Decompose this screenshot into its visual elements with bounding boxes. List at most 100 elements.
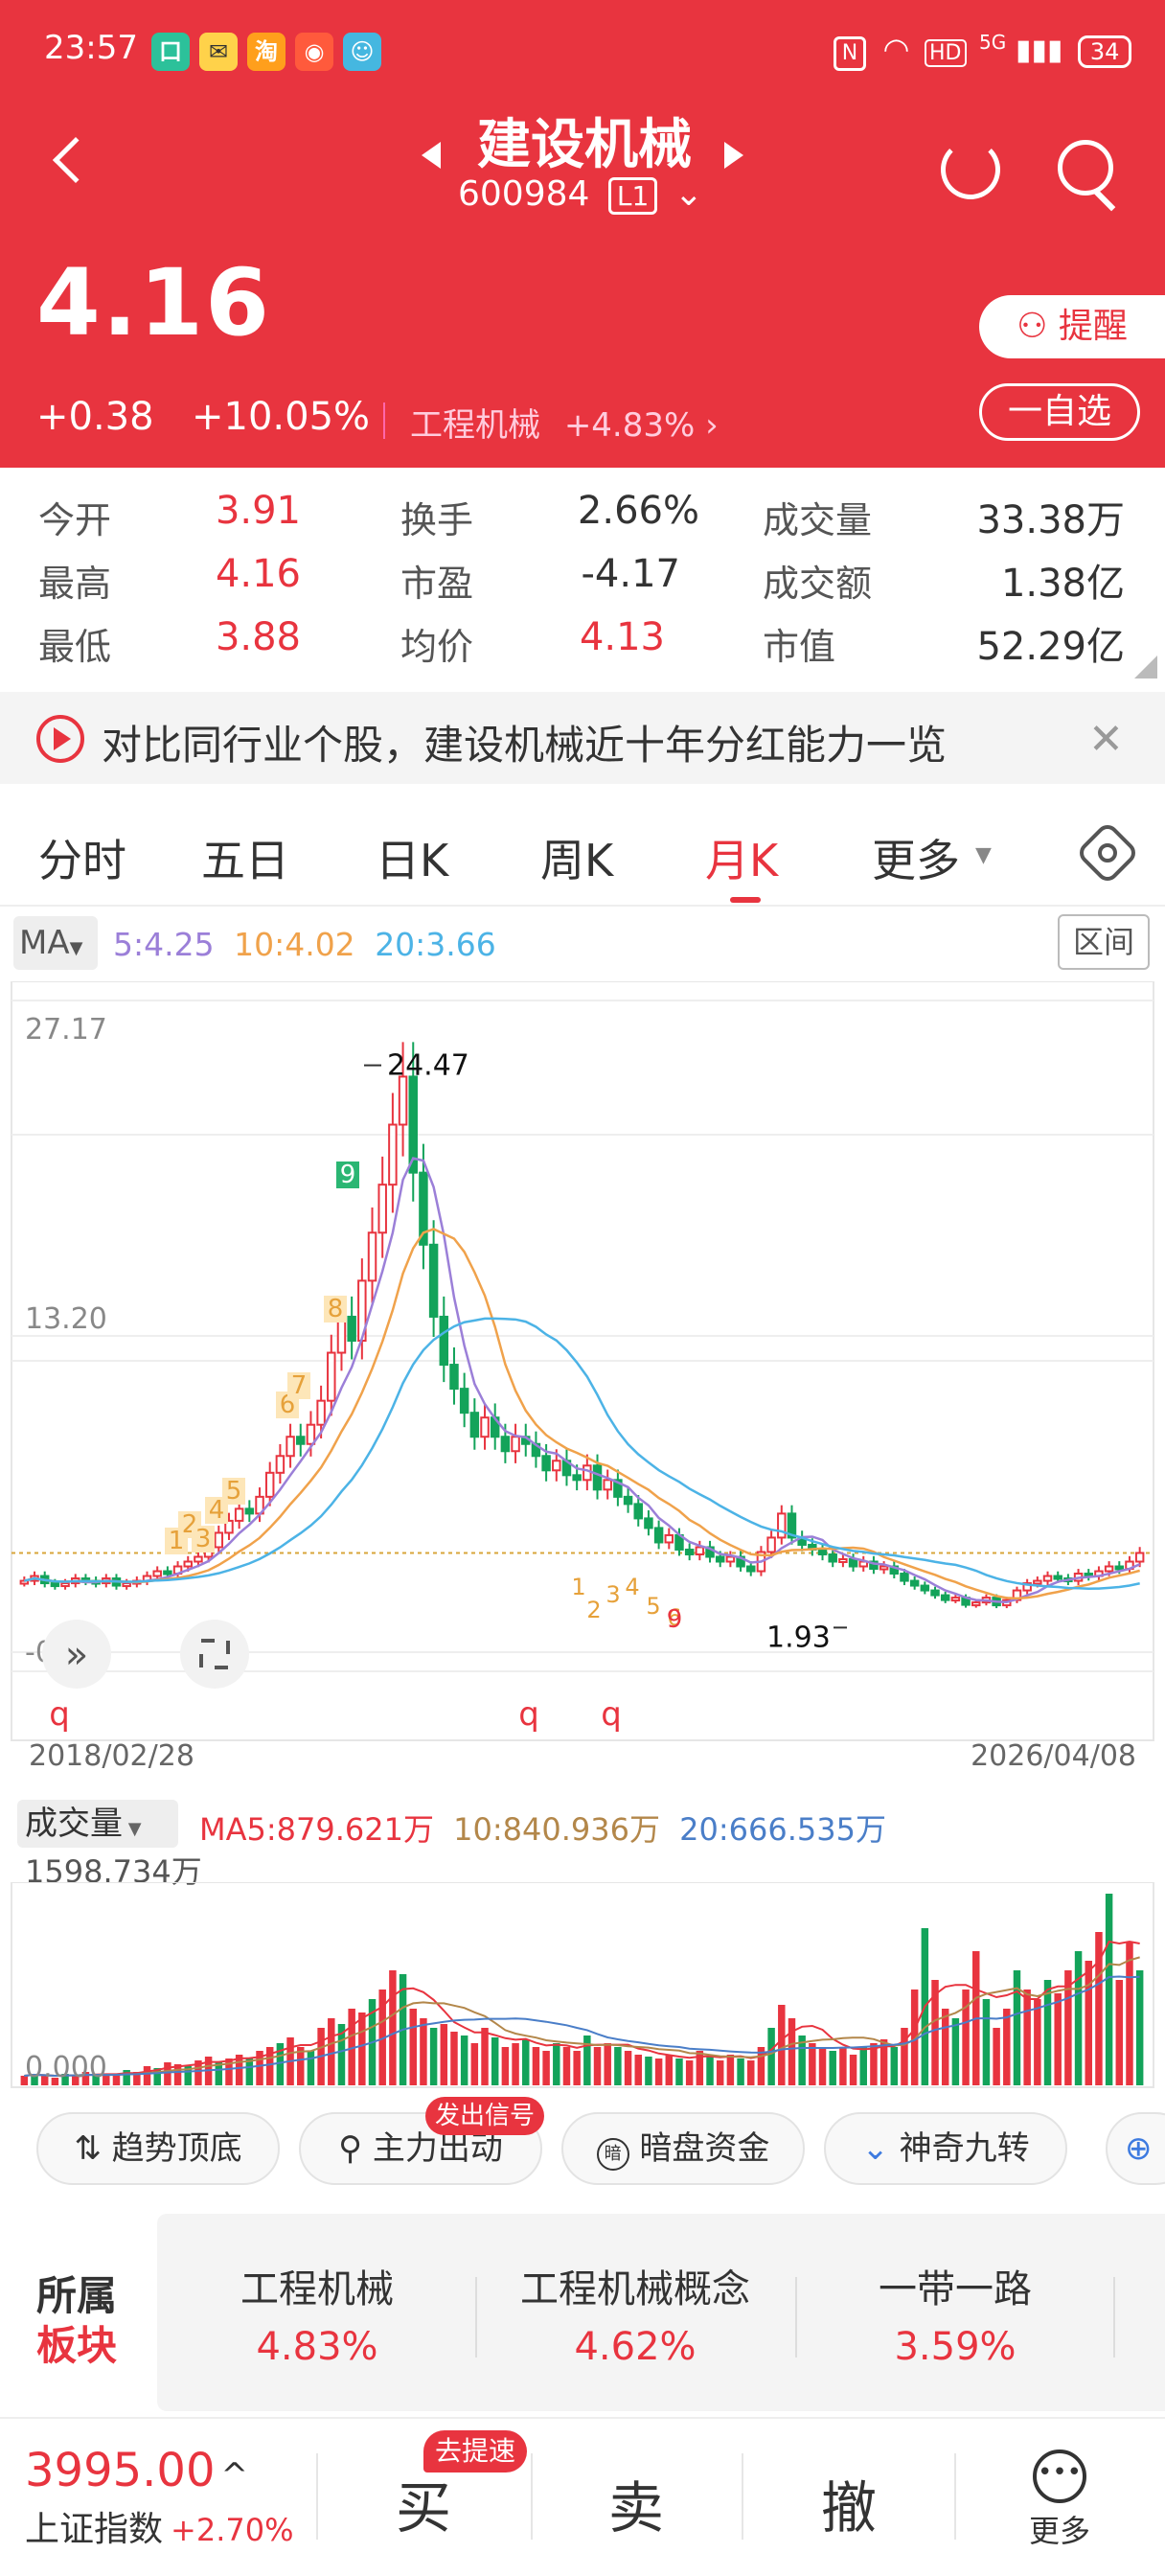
volume-bar	[440, 2024, 448, 2085]
volume-bar	[993, 2028, 1000, 2085]
kline-candle	[122, 1582, 131, 1588]
kline-candle	[449, 1364, 459, 1391]
more-button[interactable]: ••• 更多	[1002, 2450, 1117, 2551]
ma-selector[interactable]: MA▼	[13, 916, 98, 970]
kline-candle	[439, 1315, 449, 1367]
sector-item[interactable]: 工程机械 4.83%	[159, 2258, 475, 2369]
volume-bar	[542, 2051, 550, 2085]
key-icon: ⚲	[338, 2129, 363, 2168]
sector-item[interactable]: 工程机械概念 4.62%	[477, 2258, 793, 2369]
volume-bar	[716, 2060, 724, 2085]
vol-ma5-line	[24, 1940, 1140, 2078]
kline-candle	[909, 1579, 920, 1587]
vol-ma5: MA5:879.621万	[199, 1811, 434, 1848]
amount-label: 成交额	[763, 563, 873, 605]
volume-bar	[562, 2047, 571, 2085]
price-change-pct: +10.05%	[192, 395, 371, 439]
x-start-label: 2018/02/28	[29, 1739, 194, 1773]
sector-title-2: 板块	[36, 2322, 118, 2369]
kline-candle	[511, 1436, 520, 1453]
tab-2[interactable]: 日K	[376, 826, 448, 889]
tab-4[interactable]: 月K	[705, 826, 778, 889]
nine-turn-label: 7	[291, 1371, 308, 1400]
kline-candle	[1134, 1552, 1145, 1563]
nine-turn-button[interactable]: ⌄ 神奇九转	[824, 2112, 1067, 2185]
volume-bar	[491, 2037, 499, 2085]
nine-turn-icon: ⌄	[861, 2129, 889, 2168]
speed-badge: 去提速	[423, 2430, 528, 2472]
cancel-order-button[interactable]: 撤	[791, 2463, 906, 2543]
net-label: 5G	[979, 31, 1007, 54]
volume-value: 33.38万	[976, 498, 1125, 542]
volume-bar	[839, 2047, 847, 2085]
hd-label: HD	[925, 39, 967, 67]
volume-bar	[747, 2060, 755, 2085]
trend-top-bottom-button[interactable]: ⇅ 趋势顶底	[36, 2112, 280, 2185]
volume-bar	[450, 2032, 458, 2085]
refresh-icon[interactable]	[941, 140, 1000, 199]
tab-5[interactable]: 更多	[872, 826, 960, 889]
watchlist-button[interactable]: 一自选	[979, 383, 1140, 441]
volume-selector[interactable]: 成交量 ▼	[17, 1800, 178, 1848]
tab-1[interactable]: 五日	[201, 826, 289, 889]
kline-candle	[900, 1573, 909, 1582]
volume-bar	[512, 2043, 519, 2085]
volume-bar	[1043, 1980, 1052, 2085]
kline-candle	[286, 1436, 295, 1458]
volume-bar	[665, 2055, 674, 2085]
prev-stock-icon[interactable]	[422, 142, 441, 169]
index-widget[interactable]: 3995.00 ^ 上证指数 +2.70%	[25, 2444, 293, 2551]
kline-candle	[377, 1184, 387, 1234]
range-button[interactable]: 区间	[1058, 914, 1150, 970]
tab-0[interactable]: 分时	[38, 826, 126, 889]
volume-bar	[1074, 1951, 1083, 2085]
tab-3[interactable]: 周K	[540, 826, 613, 889]
amount-value: 1.38亿	[1000, 562, 1125, 606]
weibo-app-icon: ◉	[295, 33, 333, 71]
sector-link[interactable]: 工程机械 +4.83% ›	[410, 399, 719, 446]
kline-candle	[1114, 1565, 1125, 1571]
status-app-icons: 口 ✉ 淘 ◉ ☺	[151, 33, 391, 71]
pe-value: -4.17	[581, 552, 681, 596]
volume-bar	[788, 2018, 796, 2085]
crosshair-icon: ⊕	[1125, 2129, 1153, 2168]
kline-candle	[347, 1315, 356, 1343]
buy-button[interactable]: 买	[366, 2463, 481, 2543]
volume-chart[interactable]	[0, 1882, 1165, 2093]
kline-chart[interactable]: 27.1713.20-0.7724.471.932018/02/282026/0…	[0, 981, 1165, 1786]
next-stock-icon[interactable]	[724, 142, 743, 169]
kline-candle	[950, 1597, 961, 1602]
kline-candle	[234, 1507, 244, 1522]
ma10-line	[24, 1228, 1140, 1600]
low-value: 3.88	[215, 615, 301, 659]
sector-item[interactable]: 一带一路 3.59%	[797, 2258, 1113, 2369]
volume-bar	[645, 2057, 652, 2085]
vol-ma10: 10:840.936万	[453, 1811, 660, 1848]
sell-signal-marker: q	[518, 1695, 539, 1734]
kline-candle	[163, 1570, 172, 1576]
volume-bar	[818, 2047, 827, 2085]
nine-turn-label: 2	[586, 1597, 601, 1623]
more-tools-button[interactable]: ⊕	[1106, 2112, 1165, 2185]
volume-bar	[829, 2051, 836, 2085]
close-icon[interactable]: ✕	[1088, 715, 1124, 764]
kline-candle	[367, 1231, 377, 1282]
stock-name: 建设机械	[477, 114, 692, 176]
kline-candle	[664, 1533, 674, 1544]
price: 4.16	[36, 249, 271, 356]
sell-button[interactable]: 卖	[579, 2463, 694, 2543]
kline-candle	[1104, 1565, 1114, 1573]
caret-down-icon: ▼	[123, 1819, 142, 1839]
stock-code-row[interactable]: 600984 L1 ⌄	[458, 174, 703, 215]
stock-detail-screen: 23:57 口 ✉ 淘 ◉ ☺ N ◠ HD 5G ▮▮▮ 34 建设机械 600984…	[0, 0, 1165, 2576]
remind-button[interactable]: ⚇ 提醒	[979, 295, 1165, 358]
back-icon[interactable]	[52, 136, 100, 184]
kline-candle	[480, 1416, 490, 1438]
kline-candle	[653, 1527, 664, 1544]
caret-down-icon: ▼	[975, 843, 992, 867]
dark-pool-button[interactable]: 暗 暗盘资金	[561, 2112, 805, 2185]
kline-candle	[428, 1243, 439, 1318]
volume-bar	[143, 2066, 151, 2085]
chevron-right-icon: ›	[705, 406, 719, 445]
search-icon[interactable]	[1058, 140, 1113, 196]
